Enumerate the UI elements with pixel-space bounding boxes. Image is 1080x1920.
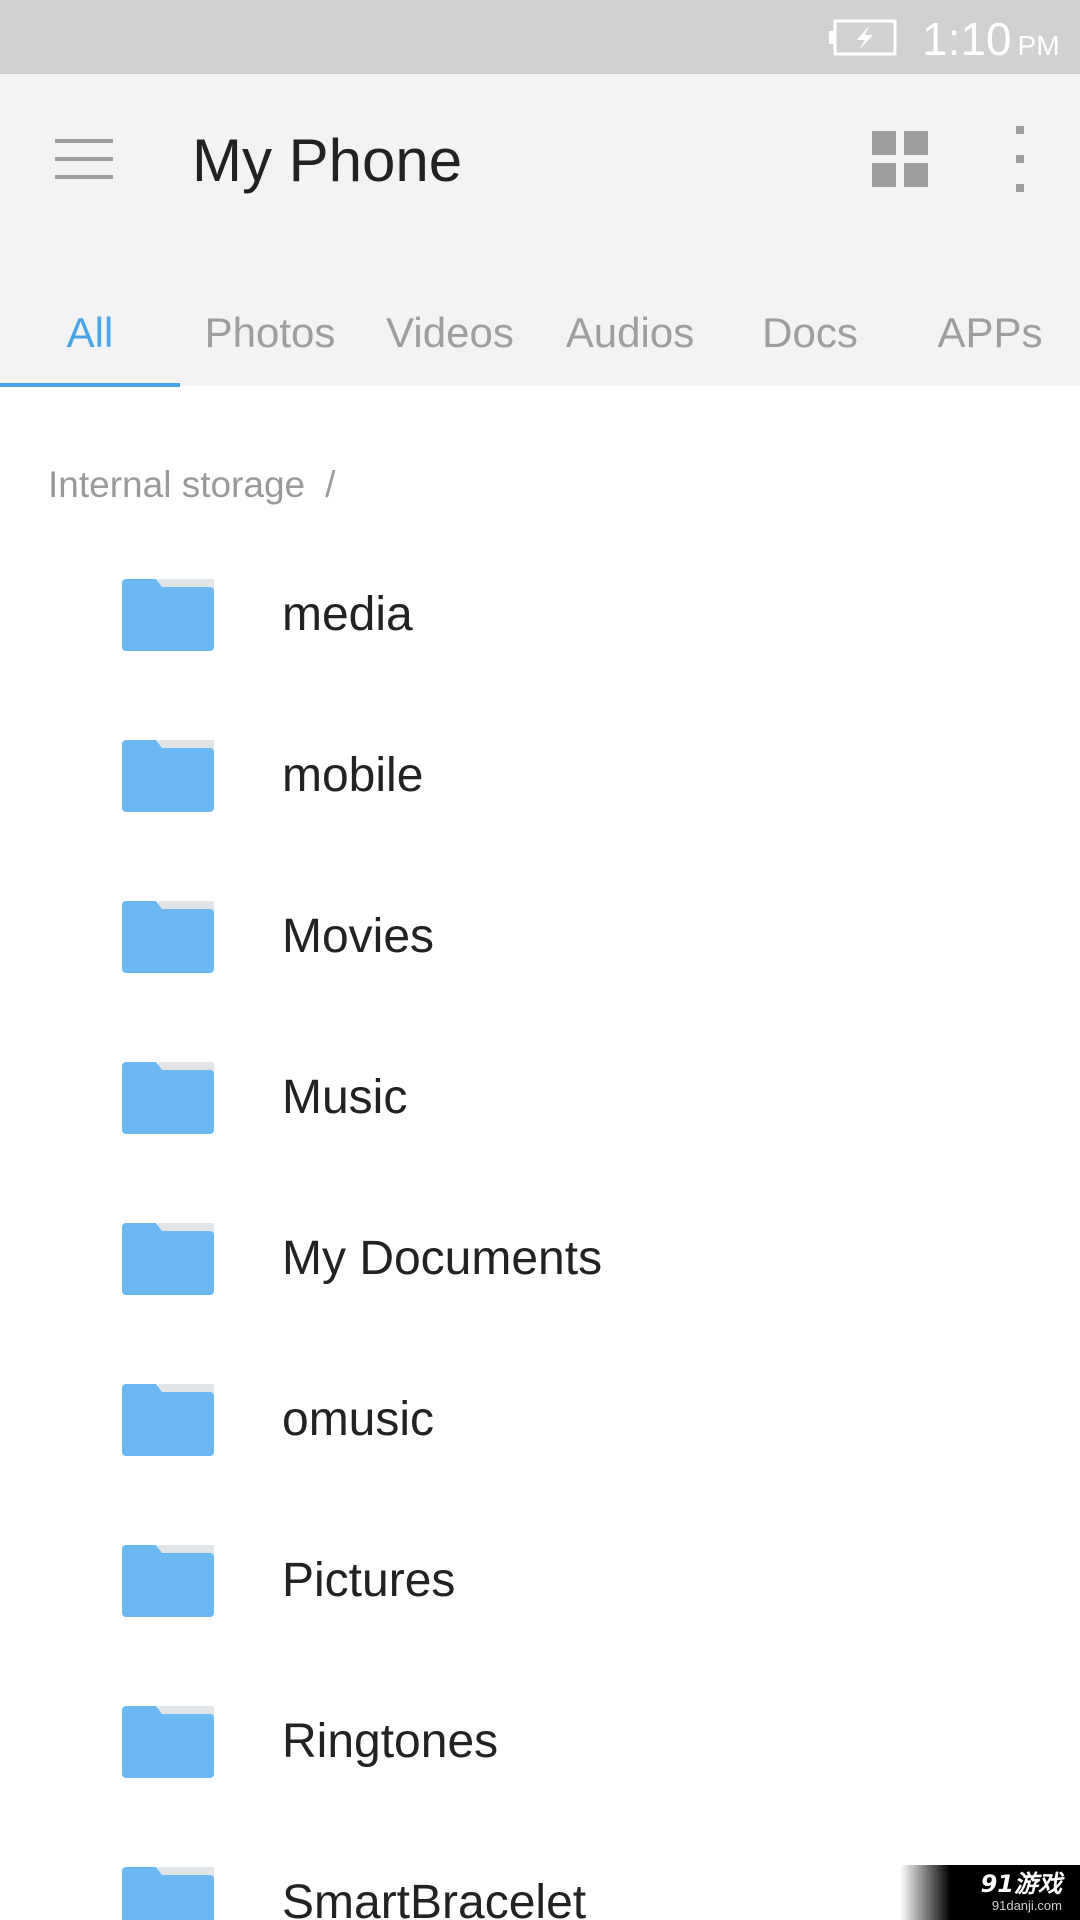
folder-icon — [122, 1867, 214, 1920]
watermark-logo: 91游戏 — [980, 1870, 1062, 1898]
more-vertical-icon[interactable] — [1000, 126, 1040, 192]
file-name: Music — [282, 1071, 408, 1124]
list-item[interactable]: Music — [0, 1017, 1080, 1178]
list-item[interactable]: omusic — [0, 1339, 1080, 1500]
status-bar: 1:10 PM — [0, 0, 1080, 74]
folder-icon — [122, 901, 214, 973]
hamburger-menu-icon[interactable] — [55, 137, 113, 181]
file-name: Ringtones — [282, 1715, 499, 1768]
tab-audios[interactable]: Audios — [540, 279, 720, 386]
status-clock: 1:10 PM — [922, 12, 1060, 73]
breadcrumb: Internal storage / — [48, 462, 335, 508]
status-time: 1:10 — [922, 13, 1012, 65]
file-name: My Documents — [282, 1232, 603, 1285]
list-item[interactable]: Pictures — [0, 1500, 1080, 1661]
page-title: My Phone — [192, 127, 463, 194]
folder-icon — [122, 1384, 214, 1456]
folder-icon — [122, 1706, 214, 1778]
list-item[interactable]: media — [0, 534, 1080, 695]
status-ampm: PM — [1017, 30, 1060, 61]
file-name: omusic — [282, 1393, 435, 1446]
tab-videos[interactable]: Videos — [360, 279, 540, 386]
app-bar: My Phone All Photos Videos Audios Docs A… — [0, 74, 1080, 386]
battery-charging-icon — [829, 19, 897, 56]
folder-icon — [122, 1223, 214, 1295]
folder-icon — [122, 579, 214, 651]
file-name: SmartBracelet — [282, 1876, 587, 1920]
file-name: mobile — [282, 749, 424, 802]
folder-icon — [122, 1545, 214, 1617]
tab-apps[interactable]: APPs — [900, 279, 1080, 386]
active-tab-indicator — [0, 383, 180, 387]
breadcrumb-separator: / — [325, 464, 336, 505]
file-name: Pictures — [282, 1554, 456, 1607]
category-tabs: All Photos Videos Audios Docs APPs — [0, 279, 1080, 386]
folder-icon — [122, 1062, 214, 1134]
list-item[interactable]: My Documents — [0, 1178, 1080, 1339]
tab-docs[interactable]: Docs — [720, 279, 900, 386]
list-item[interactable]: Ringtones — [0, 1661, 1080, 1822]
folder-icon — [122, 740, 214, 812]
file-name: media — [282, 588, 413, 641]
file-name: Movies — [282, 910, 435, 963]
tab-all[interactable]: All — [0, 279, 180, 386]
tab-photos[interactable]: Photos — [180, 279, 360, 386]
watermark: 91游戏 91danji.com — [900, 1865, 1080, 1920]
list-item[interactable]: mobile — [0, 695, 1080, 856]
breadcrumb-internal-storage[interactable]: Internal storage — [48, 464, 305, 505]
watermark-url: 91danji.com — [991, 1898, 1062, 1913]
grid-view-icon[interactable] — [872, 131, 928, 187]
list-item[interactable]: Movies — [0, 856, 1080, 1017]
